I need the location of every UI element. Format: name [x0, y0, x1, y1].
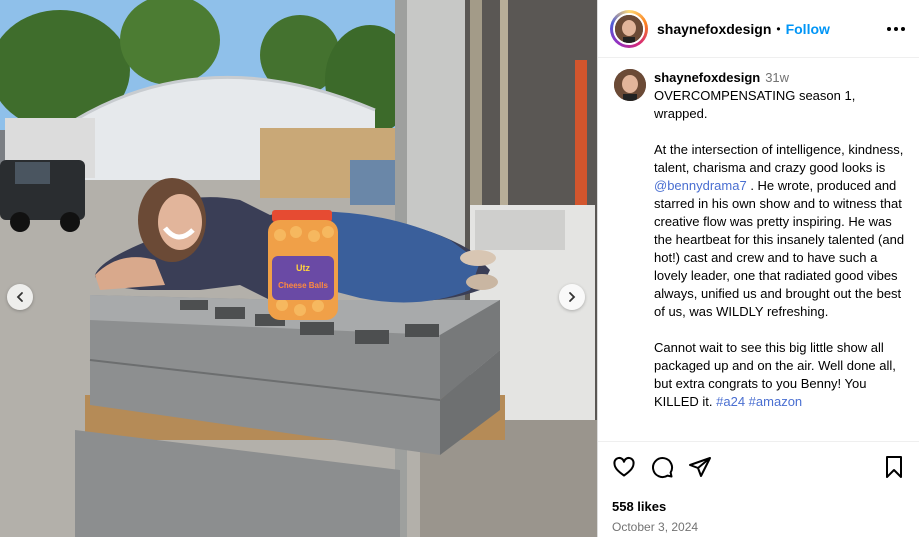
hashtag-links[interactable]: #a24 #amazon — [716, 394, 802, 409]
caption-para2-after: . He wrote, produced and starred in his … — [654, 178, 905, 319]
more-options-icon[interactable] — [887, 21, 905, 37]
post-modal: Utz Cheese Balls shaynefoxdesign • Follo… — [0, 0, 919, 537]
heart-icon[interactable] — [612, 455, 636, 479]
caption-text: shaynefoxdesign 31w OVERCOMPENSATING seas… — [654, 69, 907, 411]
post-date[interactable]: October 3, 2024 — [612, 520, 905, 534]
post-header: shaynefoxdesign • Follow — [598, 0, 919, 58]
post-photo[interactable]: Utz Cheese Balls — [0, 0, 597, 537]
comment-icon[interactable] — [650, 455, 674, 479]
mention-link[interactable]: @bennydrama7 — [654, 178, 747, 193]
header-username[interactable]: shaynefoxdesign — [657, 21, 771, 37]
jar-label-main: Cheese Balls — [278, 281, 328, 290]
caption-line1: OVERCOMPENSATING season 1, wrapped. — [654, 88, 856, 121]
follow-button[interactable]: Follow — [786, 21, 830, 37]
caption-paragraph-3: Cannot wait to see this big little show … — [654, 339, 907, 411]
post-actions: 558 likes October 3, 2024 — [598, 441, 919, 534]
caption-body: shaynefoxdesign 31w OVERCOMPENSATING seas… — [654, 69, 907, 411]
story-ring[interactable] — [610, 9, 648, 48]
caption-scroll-area[interactable]: shaynefoxdesign 31w OVERCOMPENSATING seas… — [598, 59, 919, 440]
chevron-right-icon — [569, 292, 576, 302]
post-side-panel: shaynefoxdesign • Follow shaynefoxdesign… — [597, 0, 919, 537]
next-photo-button[interactable] — [559, 284, 585, 310]
jar-label-top: Utz — [296, 263, 310, 273]
caption-paragraph-2: At the intersection of intelligence, kin… — [654, 141, 907, 321]
caption: shaynefoxdesign 31w OVERCOMPENSATING seas… — [614, 69, 907, 411]
bookmark-icon[interactable] — [883, 455, 905, 479]
caption-para2-before: At the intersection of intelligence, kin… — [654, 142, 904, 175]
previous-photo-button[interactable] — [7, 284, 33, 310]
chevron-left-icon — [16, 292, 23, 302]
caption-time[interactable]: 31w — [765, 70, 789, 85]
photo-scene: Utz Cheese Balls — [0, 0, 597, 537]
header-separator: • — [776, 21, 781, 36]
caption-avatar[interactable] — [614, 69, 646, 101]
caption-username[interactable]: shaynefoxdesign — [654, 70, 760, 85]
share-icon[interactable] — [688, 455, 712, 479]
like-count[interactable]: 558 likes — [612, 499, 905, 514]
profile-avatar — [613, 12, 645, 45]
